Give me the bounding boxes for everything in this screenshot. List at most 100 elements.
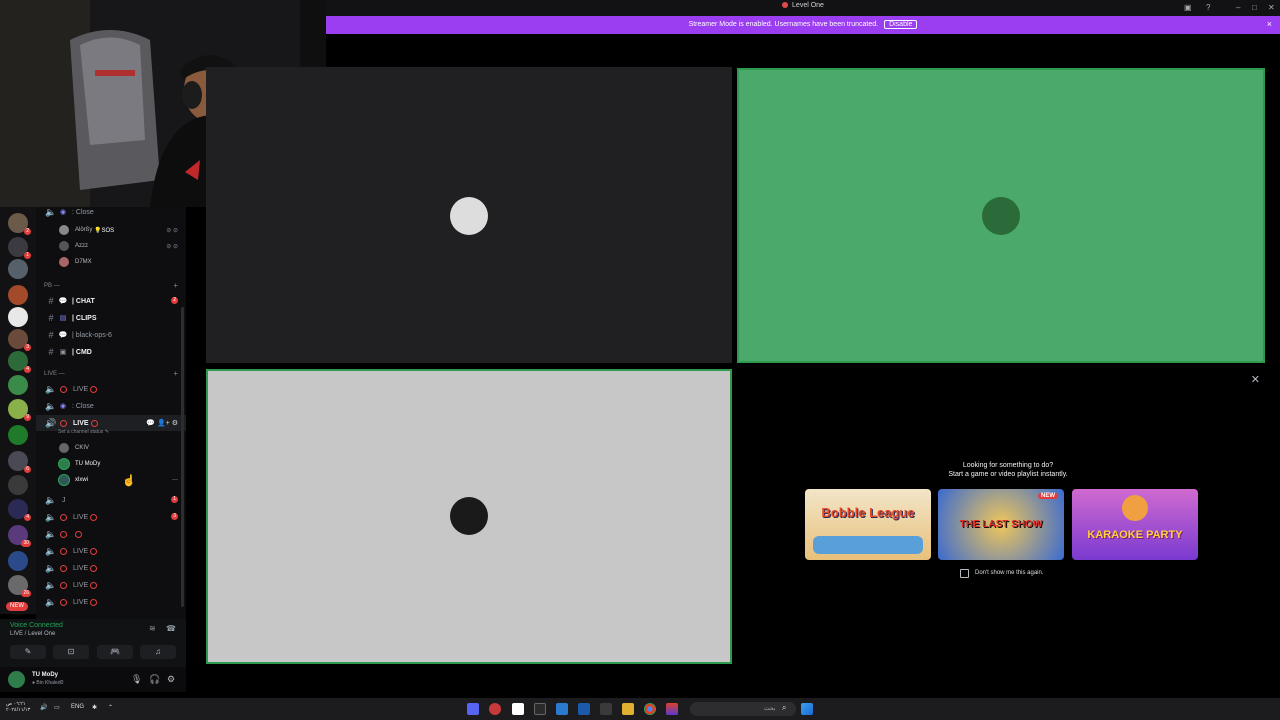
server-icon[interactable]: 30 <box>8 525 31 547</box>
headphones-icon[interactable]: 🎧 <box>149 674 160 685</box>
server-icon[interactable]: 4 <box>8 499 31 521</box>
network-icon[interactable]: ▭ <box>54 704 60 711</box>
app-icon[interactable] <box>489 703 501 715</box>
username[interactable]: TU MoDy <box>32 672 58 678</box>
volume-icon[interactable]: 🔊 <box>40 704 47 711</box>
activity-card-bobble-league[interactable]: Bobble League <box>805 489 931 560</box>
server-icon[interactable]: 1 <box>8 237 31 259</box>
voice-channel-live[interactable]: 🔈 LIVE <box>36 577 186 593</box>
channel-scrollbar[interactable] <box>181 307 184 607</box>
voice-channel-live[interactable]: 🔈 LIVE 3 <box>36 509 186 525</box>
file-explorer-icon[interactable] <box>622 703 634 715</box>
voice-member[interactable]: Azzz ⊘ ⊘ <box>36 239 186 253</box>
server-icon[interactable]: 4 <box>8 351 31 373</box>
maximize-button[interactable]: □ <box>1252 3 1257 12</box>
voice-channel-close[interactable]: 🔈 ◉: Close <box>36 398 186 414</box>
clock[interactable]: ٠٦:٢١ ص ٢٠٢٤/١١/١٣ <box>6 701 30 713</box>
voice-member[interactable]: TU MoDy <box>36 457 186 471</box>
voice-channel-close[interactable]: 🔈 ◉: Close <box>36 207 186 220</box>
show-hidden-icons-icon[interactable]: ⌃ <box>108 704 113 711</box>
server-icon[interactable] <box>8 425 28 445</box>
activity-card-last-show[interactable]: THE LAST SHOW NEW <box>938 489 1064 560</box>
voice-channel-live[interactable]: 🔈 <box>36 526 186 542</box>
category-pb[interactable]: PB — <box>44 283 60 289</box>
voice-member[interactable]: Alörßy 💡SOS ⊘ ⊘ <box>36 223 186 237</box>
start-button[interactable] <box>801 703 813 715</box>
participant-tile[interactable] <box>206 67 732 363</box>
voice-member[interactable]: xlxwi ··· <box>36 473 186 487</box>
activity-button[interactable]: 🎮 <box>97 645 133 659</box>
add-channel-icon[interactable]: + <box>173 281 178 290</box>
camera-button[interactable]: ✎ <box>10 645 46 659</box>
store-icon[interactable] <box>600 703 612 715</box>
server-icon[interactable] <box>8 285 28 305</box>
more-icon[interactable]: ··· <box>172 477 178 483</box>
help-icon[interactable]: ? <box>1206 3 1210 12</box>
category-live[interactable]: LIVE — <box>44 371 65 377</box>
voice-connected-channel[interactable]: LIVE / Level One <box>10 631 55 637</box>
status-icon: ◉ <box>59 209 67 216</box>
noise-suppression-icon[interactable]: ≋ <box>149 624 156 633</box>
voice-channel-live[interactable]: 🔈 LIVE <box>36 381 186 397</box>
voice-member[interactable]: D7MX <box>36 255 186 269</box>
live-dot-icon <box>60 385 67 393</box>
server-icon[interactable] <box>8 375 28 395</box>
voice-channel-live[interactable]: 🔈 LIVE <box>36 594 186 610</box>
channel-status[interactable]: Set a channel status ✎ <box>58 429 109 435</box>
soundboard-button[interactable]: ♫ <box>140 645 176 659</box>
participant-tile-speaking[interactable] <box>206 369 732 664</box>
server-icon[interactable]: 26 <box>8 575 31 597</box>
text-channel-clips[interactable]: # ▤ | CLIPS <box>36 310 186 326</box>
bluetooth-icon[interactable]: ✱ <box>92 704 97 711</box>
discord-app-icon[interactable] <box>467 703 479 715</box>
server-icon[interactable] <box>8 475 28 495</box>
server-icon[interactable] <box>8 259 28 279</box>
close-window-button[interactable]: ✕ <box>1268 3 1275 12</box>
server-icon[interactable]: 9 <box>8 399 31 421</box>
muted-icon: ⊘ ⊘ <box>166 243 178 250</box>
inbox-icon[interactable]: ▣ <box>1184 3 1192 12</box>
server-icon[interactable]: 6 <box>8 451 31 473</box>
voice-connected-title[interactable]: Voice Connected <box>10 622 63 629</box>
app-icon[interactable] <box>556 703 568 715</box>
input-language[interactable]: ENG <box>71 704 84 710</box>
taskbar-search[interactable]: بحث ⌕ <box>690 702 796 716</box>
avatar <box>59 459 69 469</box>
user-avatar[interactable] <box>8 671 25 688</box>
server-icon[interactable] <box>8 307 28 327</box>
banner-close-icon[interactable]: × <box>1267 19 1272 29</box>
settings-gear-icon[interactable]: ⚙ <box>167 674 175 685</box>
server-icon[interactable]: 3 <box>8 329 31 351</box>
disable-streamer-mode-button[interactable]: Disable <box>884 20 918 29</box>
new-servers-pill[interactable]: NEW <box>6 602 28 611</box>
text-channel-black-ops-6[interactable]: # 💬 | black-ops-6 <box>36 327 186 343</box>
microphone-icon[interactable]: 🎙 <box>131 674 142 685</box>
app-icon[interactable] <box>512 703 524 715</box>
activity-subheading: Start a game or video playlist instantly… <box>948 471 1068 478</box>
activity-heading: Looking for something to do? <box>962 462 1054 469</box>
app-icon[interactable] <box>534 703 546 715</box>
minimize-button[interactable]: – <box>1236 3 1240 12</box>
participant-tile-speaking[interactable] <box>737 68 1265 363</box>
voice-channel-live[interactable]: 🔈 LIVE <box>36 543 186 559</box>
text-channel-chat[interactable]: # 💬 | CHAT 2 <box>36 293 186 309</box>
close-icon[interactable]: ✕ <box>1251 373 1260 386</box>
live-dot-icon <box>90 513 98 521</box>
activity-card-karaoke-party[interactable]: KARAOKE PARTY <box>1072 489 1198 560</box>
text-channel-cmd[interactable]: # ▣ | CMD <box>36 344 186 360</box>
app-icon[interactable] <box>666 703 678 715</box>
disconnect-icon[interactable]: ☎ <box>166 624 176 633</box>
channel-actions-icons[interactable]: 💬 👤+ ⚙ <box>146 419 178 427</box>
server-icon[interactable] <box>8 551 28 571</box>
server-icon[interactable]: 2 <box>8 213 31 235</box>
outlook-icon[interactable] <box>578 703 590 715</box>
channel-list: 🔈 ◉: Close Alörßy 💡SOS ⊘ ⊘ Azzz ⊘ ⊘ D7MX PB… <box>36 207 186 619</box>
add-channel-icon[interactable]: + <box>173 369 178 378</box>
screen-share-button[interactable]: ⊡ <box>53 645 89 659</box>
dont-show-again-checkbox[interactable] <box>960 569 969 578</box>
voice-channel-live[interactable]: 🔈 LIVE <box>36 560 186 576</box>
title-bar: Level One ▣ ? – □ ✕ <box>326 0 1280 16</box>
chrome-icon[interactable] <box>644 703 656 715</box>
voice-member[interactable]: CKIV <box>36 441 186 455</box>
voice-channel-j[interactable]: 🔈 J 1 <box>36 492 186 508</box>
